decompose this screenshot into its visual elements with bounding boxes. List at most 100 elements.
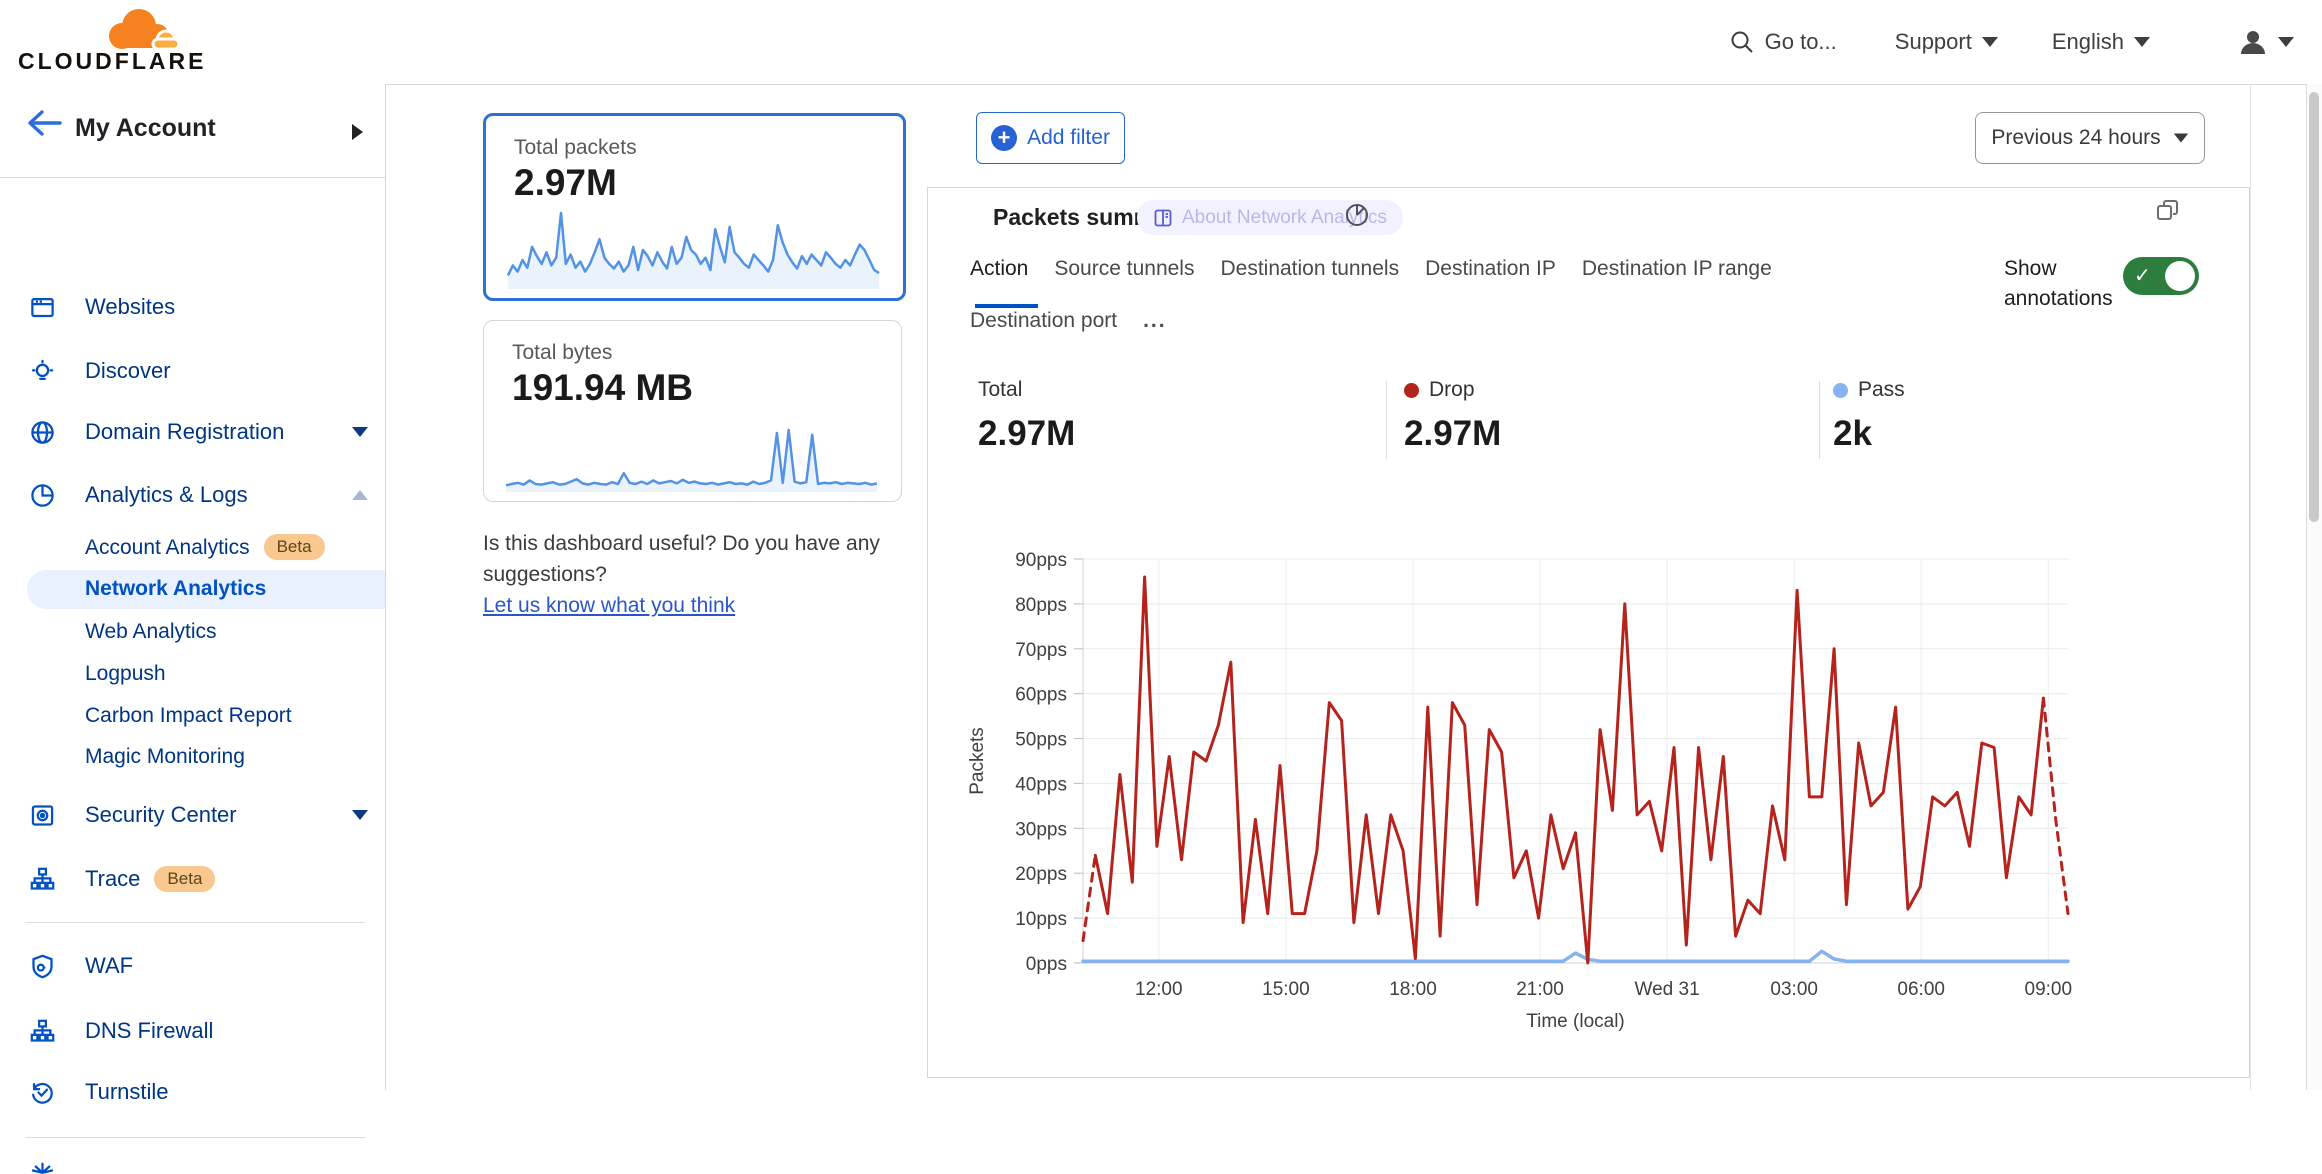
- total-packets-card[interactable]: Total packets 2.97M: [483, 113, 906, 301]
- pass-legend-dot: [1833, 383, 1848, 398]
- sidebar-item-websites[interactable]: Websites: [0, 285, 384, 329]
- sunburst-icon: [29, 1157, 56, 1174]
- sidebar-item-carbon-impact-report[interactable]: Carbon Impact Report: [0, 698, 384, 734]
- sidebar-item-turnstile[interactable]: Turnstile: [0, 1070, 384, 1114]
- sidebar-item-discover[interactable]: Discover: [0, 349, 384, 393]
- sidebar-item-label: Magic Monitoring: [85, 745, 245, 769]
- beta-badge: Beta: [154, 866, 215, 892]
- divider: [1386, 381, 1387, 459]
- sidebar-item-waf[interactable]: WAF: [0, 944, 384, 988]
- safe-icon: [29, 802, 56, 829]
- svg-text:12:00: 12:00: [1135, 979, 1183, 1000]
- svg-text:80pps: 80pps: [1015, 595, 1067, 616]
- svg-text:90pps: 90pps: [1015, 550, 1067, 571]
- packets-time-series-chart: 0pps10pps20pps30pps40pps50pps60pps70pps8…: [941, 546, 2241, 1046]
- divider: [25, 922, 365, 923]
- tab-destination-ip-range[interactable]: Destination IP range: [1582, 257, 1772, 281]
- sidebar-item-label: Trace: [85, 866, 140, 891]
- card-value: 191.94 MB: [512, 367, 693, 409]
- sidebar-item-dns-firewall[interactable]: DNS Firewall: [0, 1009, 384, 1053]
- sidebar-item-magic-monitoring[interactable]: Magic Monitoring: [0, 739, 384, 775]
- sidebar-item-security-center[interactable]: Security Center: [0, 793, 384, 837]
- language-label: English: [2052, 29, 2124, 55]
- tab-destination-ip[interactable]: Destination IP: [1425, 257, 1556, 281]
- svg-text:03:00: 03:00: [1770, 979, 1818, 1000]
- chevron-right-icon[interactable]: [352, 124, 363, 140]
- account-menu[interactable]: [2238, 27, 2294, 57]
- sidebar-item-analytics-logs[interactable]: Analytics & Logs: [0, 473, 384, 517]
- show-annotations-label: Show annotations: [2004, 254, 2114, 314]
- expand-icon[interactable]: [2153, 197, 2183, 227]
- dimension-tabs: Action Source tunnels Destination tunnel…: [970, 257, 1772, 281]
- feedback-link[interactable]: Let us know what you think: [483, 594, 735, 617]
- refresh-check-icon: [29, 1079, 56, 1106]
- toggle-knob: [2165, 261, 2195, 291]
- show-annotations-toggle[interactable]: ✓: [2123, 257, 2199, 295]
- scrollbar-thumb[interactable]: [2309, 92, 2319, 522]
- stat-total: Total 2.97M: [978, 378, 1075, 454]
- tab-destination-port[interactable]: Destination port: [970, 309, 1117, 333]
- sidebar-item-label: Web Analytics: [85, 620, 217, 644]
- back-arrow-icon[interactable]: [22, 108, 64, 138]
- packets-sparkline: [506, 208, 881, 290]
- sidebar-item-label: Account Analytics: [85, 536, 250, 559]
- sidebar-item-label: DNS Firewall: [85, 1018, 213, 1044]
- language-menu[interactable]: English: [2052, 29, 2150, 55]
- svg-text:09:00: 09:00: [2025, 979, 2073, 1000]
- sidebar-item-network-analytics[interactable]: Network Analytics: [27, 570, 385, 609]
- book-icon: [1153, 208, 1173, 228]
- svg-text:15:00: 15:00: [1262, 979, 1310, 1000]
- cloudflare-cloud-icon: [18, 6, 188, 54]
- total-bytes-card[interactable]: Total bytes 191.94 MB: [483, 320, 902, 502]
- add-filter-button[interactable]: + Add filter: [976, 112, 1125, 164]
- tab-action[interactable]: Action: [970, 257, 1028, 281]
- svg-text:Wed 31: Wed 31: [1635, 979, 1700, 1000]
- stat-pass: Pass 2k: [1833, 378, 1905, 454]
- svg-text:40pps: 40pps: [1015, 774, 1067, 795]
- svg-text:70pps: 70pps: [1015, 640, 1067, 661]
- drop-legend-dot: [1404, 383, 1419, 398]
- account-title[interactable]: My Account: [75, 114, 216, 143]
- chevron-down-icon: [2173, 134, 2187, 143]
- shield-gear-icon: [29, 953, 56, 980]
- sidebar-item-label: Analytics & Logs: [85, 482, 248, 508]
- time-range-dropdown[interactable]: Previous 24 hours: [1975, 112, 2205, 164]
- divider: [1819, 381, 1820, 459]
- tab-source-tunnels[interactable]: Source tunnels: [1054, 257, 1194, 281]
- support-menu[interactable]: Support: [1895, 29, 1998, 55]
- time-period-icon[interactable]: [1343, 201, 1371, 229]
- stat-label: Pass: [1858, 378, 1905, 402]
- chevron-down-icon: [2134, 37, 2150, 47]
- chevron-down-icon: [352, 810, 368, 820]
- sidebar-item-web-analytics[interactable]: Web Analytics: [0, 614, 384, 650]
- svg-text:06:00: 06:00: [1897, 979, 1945, 1000]
- more-tabs-button[interactable]: ...: [1143, 309, 1167, 333]
- globe-icon: [29, 419, 56, 446]
- sidebar-item-domain-registration[interactable]: Domain Registration: [0, 410, 384, 454]
- sidebar-item-logpush[interactable]: Logpush: [0, 656, 384, 692]
- content-right-edge: [2250, 84, 2251, 1090]
- goto-search[interactable]: Go to...: [1729, 29, 1837, 55]
- svg-text:60pps: 60pps: [1015, 685, 1067, 706]
- top-bar: CLOUDFLARE Go to... Support English: [0, 0, 2322, 85]
- dimension-tabs-row2: Destination port ...: [970, 309, 1167, 333]
- card-label: Total packets: [514, 136, 637, 160]
- divider: [25, 1137, 365, 1138]
- scrollbar-track[interactable]: [2306, 84, 2322, 1090]
- feedback-block: Is this dashboard useful? Do you have an…: [483, 528, 953, 621]
- pie-chart-icon: [29, 482, 56, 509]
- svg-text:0pps: 0pps: [1026, 954, 1067, 975]
- sidebar: My Account Websites Discover Domain Regi…: [0, 84, 386, 1090]
- sidebar-item-label: Logpush: [85, 662, 166, 686]
- sidebar-item-account-analytics[interactable]: Account Analytics Beta: [0, 529, 384, 565]
- tab-destination-tunnels[interactable]: Destination tunnels: [1220, 257, 1399, 281]
- add-filter-label: Add filter: [1027, 126, 1110, 150]
- sidebar-item-label: Network Analytics: [85, 577, 266, 601]
- sidebar-item-trace[interactable]: Trace Beta: [0, 857, 384, 901]
- beta-badge: Beta: [264, 534, 325, 560]
- card-label: Total bytes: [512, 341, 612, 365]
- bytes-sparkline: [504, 425, 879, 493]
- sidebar-item-label: Domain Registration: [85, 419, 284, 445]
- svg-text:10pps: 10pps: [1015, 909, 1067, 930]
- svg-text:18:00: 18:00: [1389, 979, 1437, 1000]
